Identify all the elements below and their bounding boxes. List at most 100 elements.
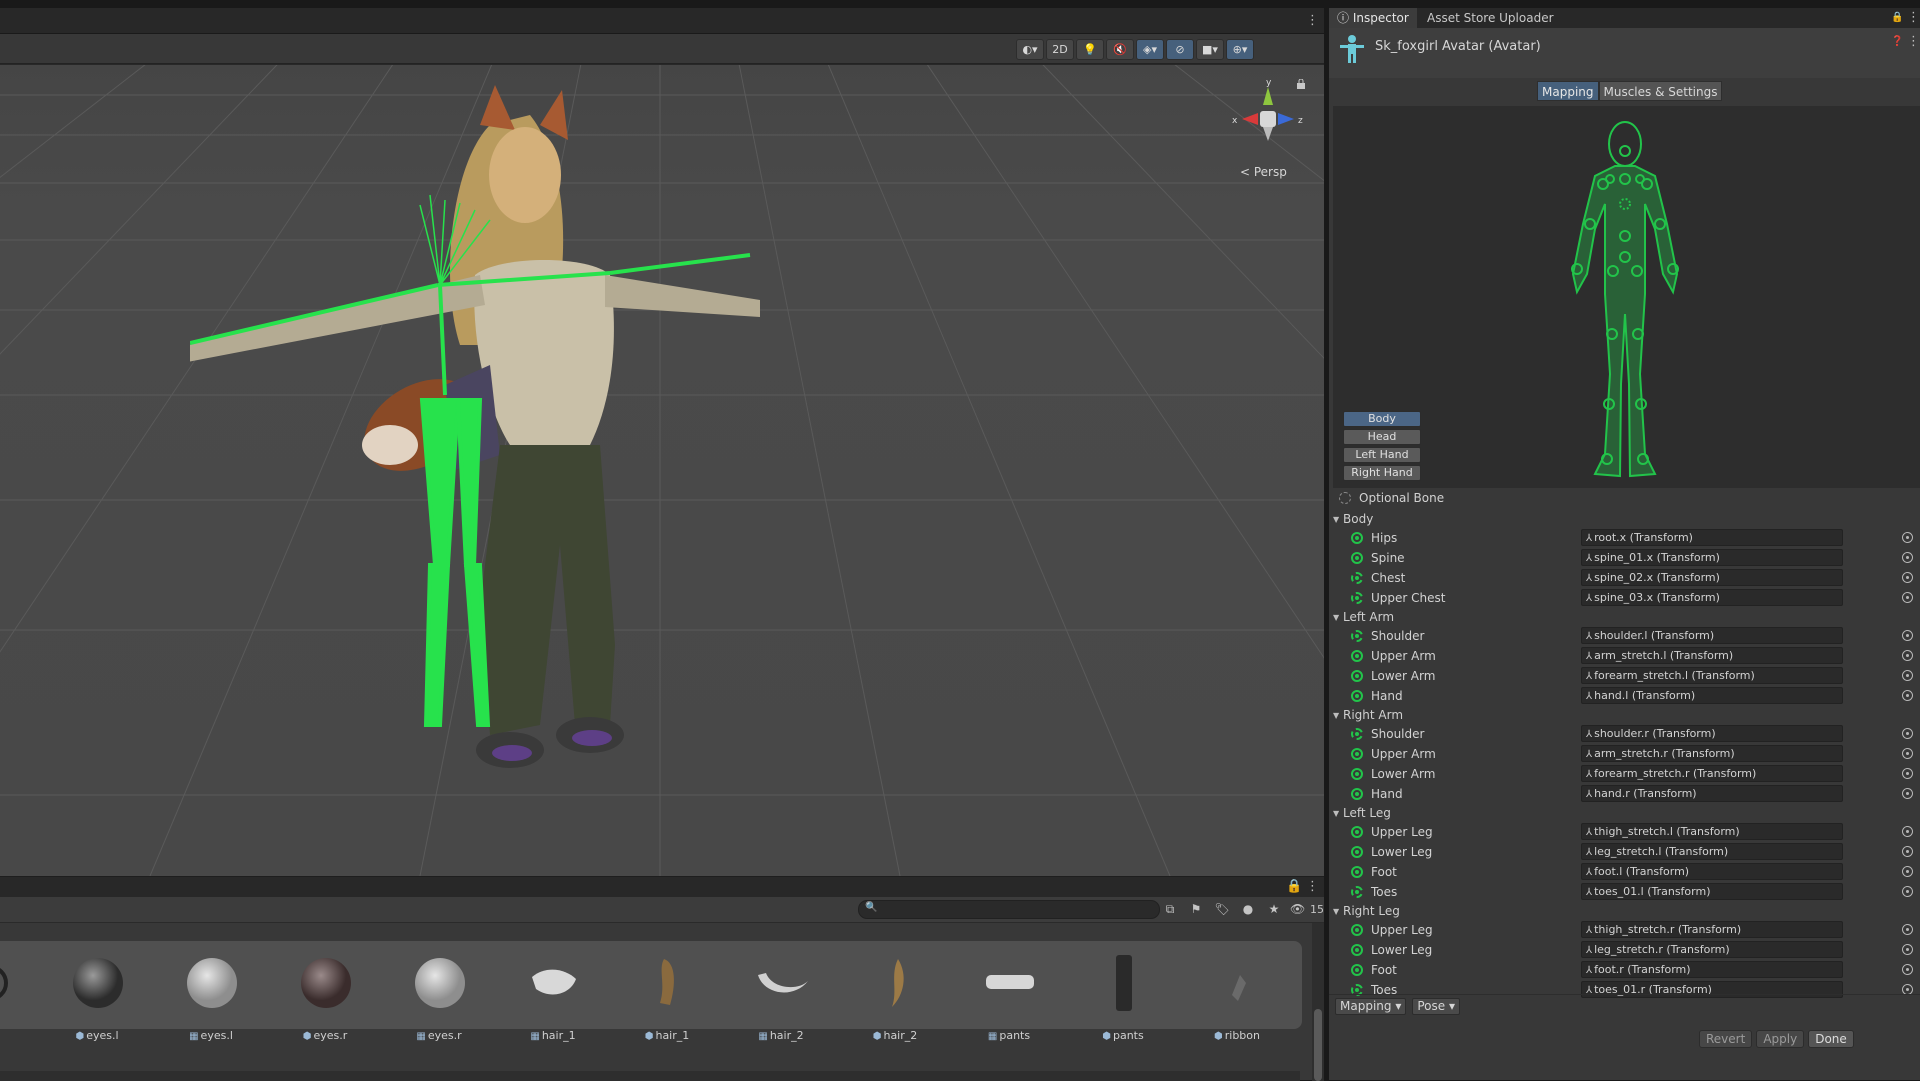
favorite-star-icon[interactable]: ★ [1264,900,1284,919]
object-picker-icon[interactable] [1902,826,1913,837]
tab-inspector[interactable]: ⓘ Inspector [1329,8,1417,28]
object-picker-icon[interactable] [1902,650,1913,661]
bone-transform-field[interactable]: ⅄ forearm_stretch.r (Transform) [1581,765,1843,782]
asset-label[interactable]: ⬢ pants [1066,1029,1180,1042]
asset-label[interactable]: ▦ hair_2 [724,1029,838,1042]
object-picker-icon[interactable] [1902,964,1913,975]
bone-group-header[interactable]: ▼ Right Arm [1329,706,1920,724]
humanoid-figure[interactable] [1555,114,1695,484]
search-by-label-icon[interactable]: ⚑ [1186,900,1206,919]
inspector-lock-icon[interactable]: 🔒 [1891,10,1903,26]
asset-label[interactable]: ⬢ eyes.l [40,1029,154,1042]
object-picker-icon[interactable] [1902,768,1913,779]
body-part-head-button[interactable]: Head [1343,429,1421,445]
bone-transform-field[interactable]: ⅄ thigh_stretch.r (Transform) [1581,921,1843,938]
import-log-icon[interactable]: ● [1238,900,1258,919]
object-picker-icon[interactable] [1902,748,1913,759]
done-button[interactable]: Done [1808,1030,1854,1048]
bone-transform-field[interactable]: ⅄ shoulder.l (Transform) [1581,627,1843,644]
bone-transform-field[interactable]: ⅄ leg_stretch.r (Transform) [1581,941,1843,958]
object-picker-icon[interactable] [1902,532,1913,543]
project-search-input[interactable]: 🔍 [858,900,1160,919]
object-picker-icon[interactable] [1902,728,1913,739]
foldout-triangle-icon[interactable]: ▼ [1333,907,1343,916]
asset-item[interactable] [1180,941,1294,1029]
bone-transform-field[interactable]: ⅄ leg_stretch.l (Transform) [1581,843,1843,860]
asset-item[interactable] [952,941,1066,1029]
bone-group-header[interactable]: ▼ Left Leg [1329,804,1920,822]
scene-visibility-toggle[interactable]: ⊘ [1166,39,1194,60]
apply-button[interactable]: Apply [1756,1030,1805,1048]
object-picker-icon[interactable] [1902,670,1913,681]
object-picker-icon[interactable] [1902,630,1913,641]
foldout-triangle-icon[interactable]: ▼ [1333,809,1343,818]
tab-muscles-settings[interactable]: Muscles & Settings [1598,81,1723,101]
bone-transform-field[interactable]: ⅄ arm_stretch.l (Transform) [1581,647,1843,664]
persp-label[interactable]: < Persp [1240,165,1287,179]
object-picker-icon[interactable] [1902,572,1913,583]
project-kebab-icon[interactable]: ⋮ [1306,879,1319,895]
bone-transform-field[interactable]: ⅄ toes_01.l (Transform) [1581,883,1843,900]
asset-label[interactable]: ▦ eyes.r [382,1029,496,1042]
asset-thumb-partial[interactable] [0,955,10,1011]
gizmos-dropdown[interactable]: ⊕▾ [1226,39,1254,60]
asset-label[interactable]: ▦ hair_1 [496,1029,610,1042]
asset-item[interactable] [610,941,724,1029]
bone-transform-field[interactable]: ⅄ root.x (Transform) [1581,529,1843,546]
audio-toggle[interactable]: 🔇 [1106,39,1134,60]
asset-item[interactable] [268,941,382,1029]
bone-transform-field[interactable]: ⅄ spine_01.x (Transform) [1581,549,1843,566]
asset-item[interactable] [838,941,952,1029]
scrollbar-thumb[interactable] [1314,1009,1322,1081]
scene-viewport[interactable]: y x z < Persp [0,65,1324,876]
bone-transform-field[interactable]: ⅄ hand.r (Transform) [1581,785,1843,802]
object-picker-icon[interactable] [1902,944,1913,955]
search-by-type-icon[interactable]: ⧉ [1160,900,1180,919]
asset-label[interactable]: ▦ pants [952,1029,1066,1042]
bone-transform-field[interactable]: ⅄ arm_stretch.r (Transform) [1581,745,1843,762]
body-part-body-button[interactable]: Body [1343,411,1421,427]
pose-dropdown[interactable]: Pose ▾ [1412,998,1461,1015]
object-picker-icon[interactable] [1902,846,1913,857]
orientation-gizmo[interactable]: y x z [1228,77,1308,157]
bone-transform-field[interactable]: ⅄ spine_02.x (Transform) [1581,569,1843,586]
object-picker-icon[interactable] [1902,866,1913,877]
character-model[interactable] [190,85,770,865]
help-icon[interactable]: ❓ [1891,34,1903,50]
mapping-dropdown[interactable]: Mapping ▾ [1335,998,1407,1015]
object-picker-icon[interactable] [1902,886,1913,897]
project-lock-icon[interactable]: 🔒 [1286,879,1302,895]
asset-label[interactable]: ⬢ hair_1 [610,1029,724,1042]
asset-item[interactable] [1066,941,1180,1029]
bone-transform-field[interactable]: ⅄ foot.r (Transform) [1581,961,1843,978]
project-vertical-scrollbar[interactable] [1312,923,1324,1081]
bone-transform-field[interactable]: ⅄ thigh_stretch.l (Transform) [1581,823,1843,840]
bone-transform-field[interactable]: ⅄ shoulder.r (Transform) [1581,725,1843,742]
bone-group-header[interactable]: ▼ Body [1329,510,1920,528]
body-part-left-hand-button[interactable]: Left Hand [1343,447,1421,463]
asset-item[interactable] [154,941,268,1029]
asset-item[interactable] [496,941,610,1029]
foldout-triangle-icon[interactable]: ▼ [1333,711,1343,720]
lighting-toggle[interactable]: 💡 [1076,39,1104,60]
asset-item[interactable] [724,941,838,1029]
foldout-triangle-icon[interactable]: ▼ [1333,613,1343,622]
effects-dropdown[interactable]: ◈▾ [1136,39,1164,60]
header-kebab-icon[interactable]: ⋮ [1907,34,1920,50]
draw-mode-dropdown[interactable]: ◐▾ [1016,39,1044,60]
object-picker-icon[interactable] [1902,690,1913,701]
camera-dropdown[interactable]: ■▾ [1196,39,1224,60]
asset-label[interactable]: ⬢ ribbon [1180,1029,1294,1042]
bone-group-header[interactable]: ▼ Left Arm [1329,608,1920,626]
asset-item[interactable] [40,941,154,1029]
object-picker-icon[interactable] [1902,592,1913,603]
gizmo-lock-icon[interactable] [1296,79,1306,89]
tag-icon[interactable]: 🏷 [1212,900,1232,919]
revert-button[interactable]: Revert [1699,1030,1753,1048]
object-picker-icon[interactable] [1902,788,1913,799]
bone-group-header[interactable]: ▼ Right Leg [1329,902,1920,920]
asset-label[interactable]: ⬢ eyes.r [268,1029,382,1042]
scene-kebab-icon[interactable]: ⋮ [1306,13,1319,29]
bone-transform-field[interactable]: ⅄ foot.l (Transform) [1581,863,1843,880]
foldout-triangle-icon[interactable]: ▼ [1333,515,1343,524]
